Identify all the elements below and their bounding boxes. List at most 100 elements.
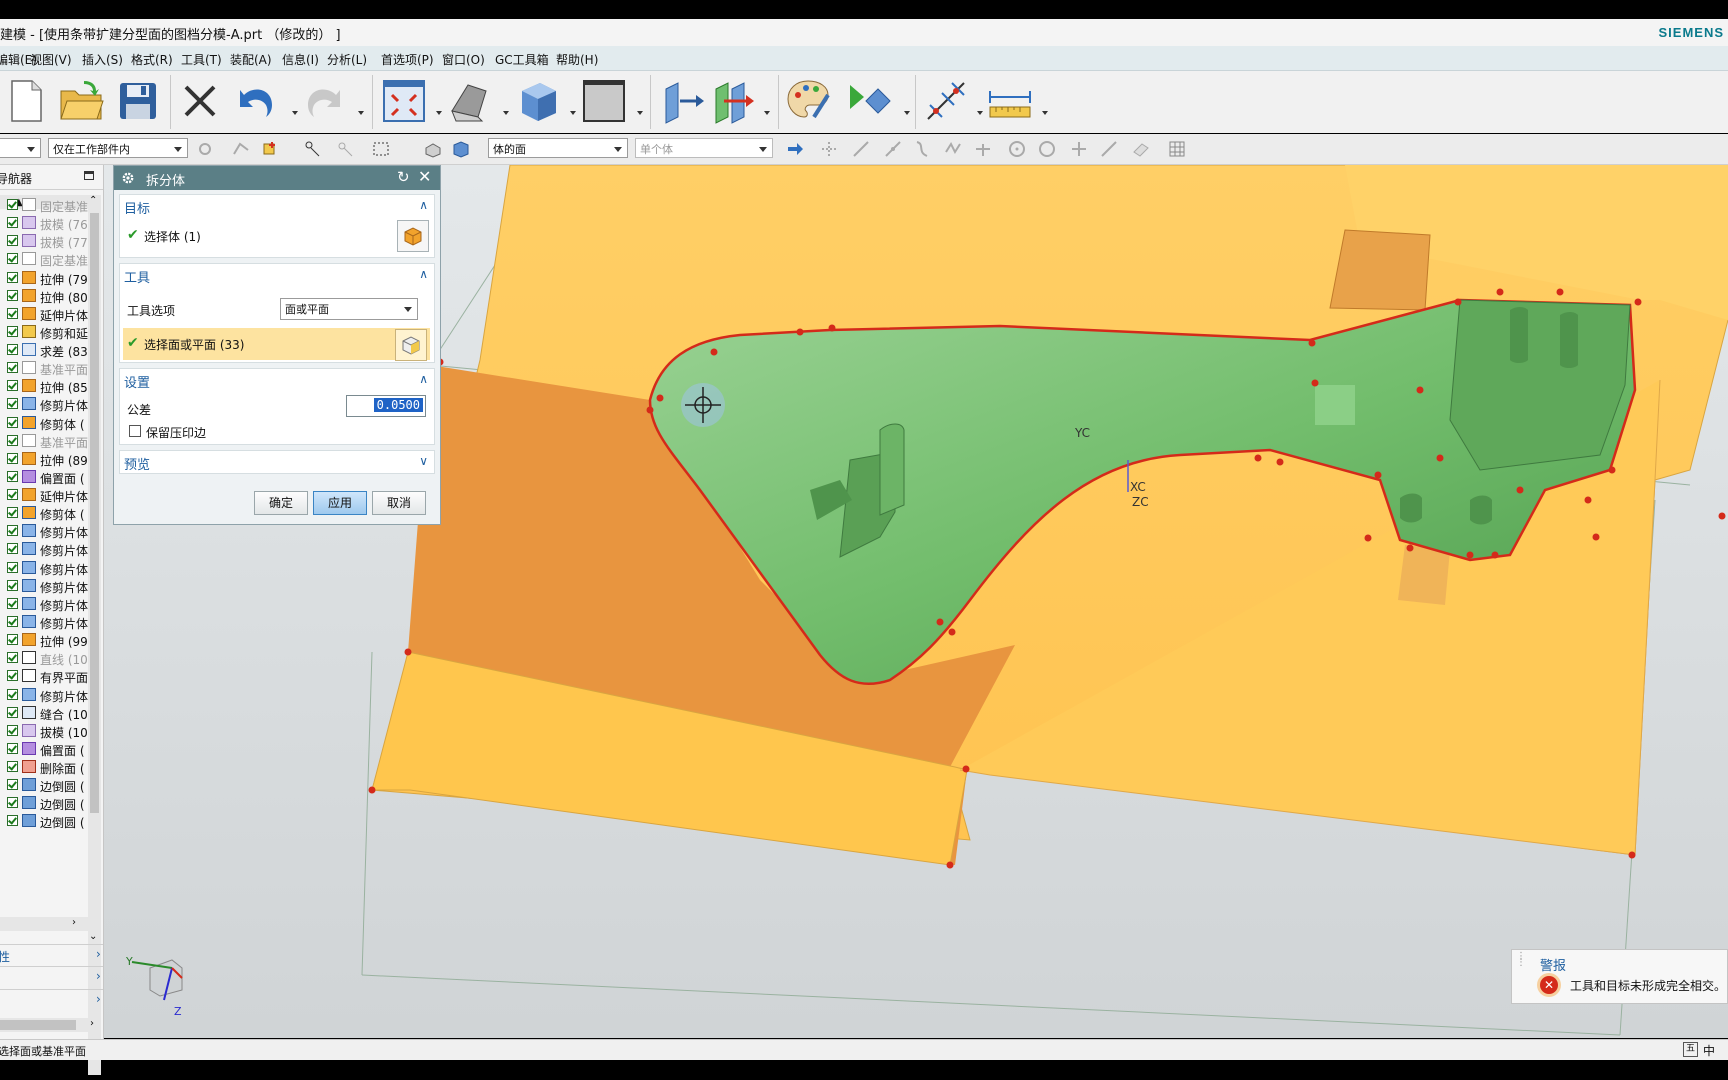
- visibility-checkbox[interactable]: [7, 742, 18, 754]
- visibility-checkbox[interactable]: [7, 217, 18, 229]
- visibility-checkbox[interactable]: [7, 634, 18, 646]
- ok-button[interactable]: 确定: [254, 491, 308, 515]
- filter-gear-icon[interactable]: [196, 140, 214, 158]
- tree-node[interactable]: 延伸片体: [0, 486, 88, 504]
- expand-chevron-icon[interactable]: ›: [96, 969, 101, 983]
- maximize-icon[interactable]: [84, 171, 94, 180]
- visibility-checkbox[interactable]: [7, 543, 18, 555]
- tree-node[interactable]: 偏置面 (: [0, 740, 88, 758]
- drag-handle-icon[interactable]: ⋮ ⋮: [1516, 952, 1526, 968]
- visibility-checkbox[interactable]: [7, 615, 18, 627]
- tree-node[interactable]: 拔模 (76: [0, 214, 88, 232]
- visibility-checkbox[interactable]: [7, 706, 18, 718]
- visibility-checkbox[interactable]: [7, 779, 18, 791]
- select-body-icon[interactable]: [424, 140, 442, 158]
- scroll-right-icon[interactable]: ›: [72, 917, 76, 928]
- collapse-chevron-icon[interactable]: ∧: [419, 198, 428, 212]
- menu-insert[interactable]: 插入(S): [82, 51, 123, 68]
- scroll-up-icon[interactable]: ⌃: [89, 195, 97, 206]
- tree-node[interactable]: 拉伸 (89: [0, 450, 88, 468]
- tree-node[interactable]: 修剪片体: [0, 559, 88, 577]
- tree-node[interactable]: 基准平面: [0, 359, 88, 377]
- tree-node[interactable]: 基准平面: [0, 432, 88, 450]
- visibility-checkbox[interactable]: [7, 271, 18, 283]
- settings-section-header[interactable]: 设置: [124, 372, 150, 391]
- shaded-cube-icon[interactable]: [514, 77, 562, 125]
- scroll-right-icon[interactable]: ›: [90, 1018, 94, 1029]
- select-chain-icon[interactable]: [304, 140, 322, 158]
- visibility-checkbox[interactable]: [7, 761, 18, 773]
- tree-node[interactable]: 修剪片体: [0, 395, 88, 413]
- select-cube-icon[interactable]: [452, 140, 470, 158]
- visibility-checkbox[interactable]: [7, 561, 18, 573]
- preview-section[interactable]: 预览 ∨: [119, 450, 435, 474]
- tree-node[interactable]: 拉伸 (80: [0, 287, 88, 305]
- visibility-checkbox[interactable]: [7, 380, 18, 392]
- collapse-chevron-icon[interactable]: ∧: [419, 267, 428, 281]
- type-filter-combo[interactable]: [0, 138, 41, 158]
- arrow-right-icon[interactable]: [786, 140, 804, 158]
- visibility-checkbox[interactable]: [7, 362, 18, 374]
- select-feature-icon[interactable]: [262, 140, 280, 158]
- target-section-header[interactable]: 目标: [124, 198, 150, 217]
- split-body-icon[interactable]: [710, 77, 758, 125]
- tree-node[interactable]: 拉伸 (79: [0, 269, 88, 287]
- visibility-checkbox[interactable]: [7, 235, 18, 247]
- visibility-checkbox[interactable]: [7, 416, 18, 428]
- tree-node[interactable]: 修剪和延: [0, 323, 88, 341]
- properties-panel-header[interactable]: 性 ›: [0, 944, 103, 965]
- visibility-checkbox[interactable]: [7, 470, 18, 482]
- visibility-checkbox[interactable]: [7, 434, 18, 446]
- menu-assembly[interactable]: 装配(A): [230, 51, 272, 68]
- visibility-checkbox[interactable]: [7, 579, 18, 591]
- menu-info[interactable]: 信息(I): [282, 51, 319, 68]
- select-face-button[interactable]: [395, 329, 427, 361]
- menu-view[interactable]: 视图(V): [30, 51, 72, 68]
- dialog-title-bar[interactable]: 拆分体 ↻ ✕: [114, 166, 440, 190]
- fit-view-icon[interactable]: [380, 77, 428, 125]
- tree-node[interactable]: 删除面 (: [0, 758, 88, 776]
- new-file-icon[interactable]: [2, 77, 50, 125]
- measure-icon[interactable]: [986, 77, 1034, 125]
- visibility-checkbox[interactable]: [7, 489, 18, 501]
- keep-imprint-checkbox[interactable]: [129, 425, 141, 437]
- background-icon[interactable]: [580, 77, 628, 125]
- curve-point-icon[interactable]: [914, 140, 932, 158]
- snap-point-icon[interactable]: [820, 140, 838, 158]
- tree-node[interactable]: 直线 (10: [0, 649, 88, 667]
- reset-icon[interactable]: ↻: [397, 168, 410, 186]
- visibility-checkbox[interactable]: [7, 199, 18, 210]
- scope-filter-combo[interactable]: 仅在工作部件内: [48, 138, 188, 158]
- menu-help[interactable]: 帮助(H): [556, 51, 598, 68]
- tree-node[interactable]: 偏置面 (: [0, 468, 88, 486]
- existing-point-icon[interactable]: [1070, 140, 1088, 158]
- menu-tools[interactable]: 工具(T): [181, 51, 222, 68]
- visibility-checkbox[interactable]: [7, 670, 18, 682]
- menu-preferences[interactable]: 首选项(P): [381, 51, 434, 68]
- apply-button[interactable]: 应用: [313, 491, 367, 515]
- expand-chevron-icon[interactable]: ›: [96, 992, 101, 1006]
- visibility-checkbox[interactable]: [7, 797, 18, 809]
- tool-option-dropdown[interactable]: 面或平面: [280, 298, 418, 320]
- tree-node[interactable]: 修剪体 (: [0, 414, 88, 432]
- play-analysis-icon[interactable]: [844, 77, 892, 125]
- select-body-label[interactable]: 选择体 (1): [144, 228, 201, 245]
- visibility-checkbox[interactable]: [7, 688, 18, 700]
- tree-node[interactable]: 修剪片体: [0, 577, 88, 595]
- tree-node[interactable]: 固定基准: [0, 250, 88, 268]
- preview-section-header[interactable]: 预览: [124, 454, 150, 473]
- visibility-checkbox[interactable]: [7, 325, 18, 337]
- intersection-icon[interactable]: [974, 140, 992, 158]
- expand-chevron-icon[interactable]: ∨: [419, 454, 428, 468]
- ime-mode-indicator[interactable]: 中: [1703, 1042, 1715, 1059]
- select-body-button[interactable]: [397, 220, 429, 252]
- ime-toggle-icon[interactable]: 五: [1683, 1042, 1698, 1057]
- expand-chevron-icon[interactable]: ›: [96, 947, 101, 961]
- menu-analysis[interactable]: 分析(L): [327, 51, 367, 68]
- visibility-checkbox[interactable]: [7, 289, 18, 301]
- control-point-icon[interactable]: [944, 140, 962, 158]
- visibility-checkbox[interactable]: [7, 398, 18, 410]
- navigator-scrollbar[interactable]: ⌃ ⌄: [88, 195, 101, 1075]
- palette-icon[interactable]: [784, 77, 832, 125]
- bottom-scrollbar-thumb[interactable]: [0, 1020, 76, 1030]
